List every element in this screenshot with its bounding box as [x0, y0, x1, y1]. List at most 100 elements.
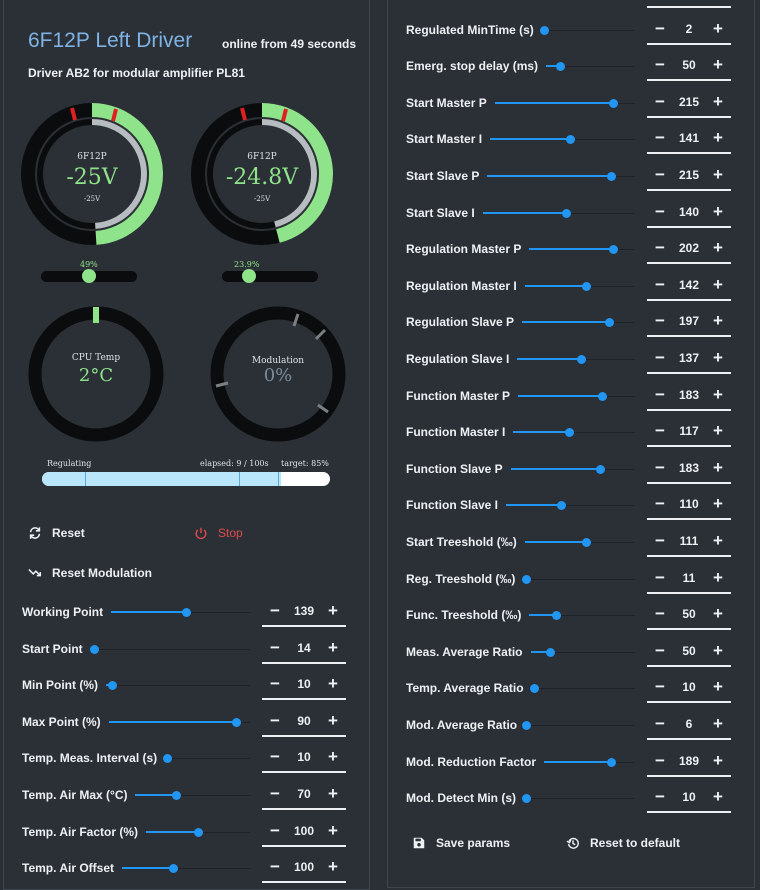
param-value[interactable]: 100 — [282, 821, 326, 841]
decrement-button[interactable]: − — [652, 677, 668, 697]
param-slider-knob[interactable] — [522, 794, 532, 804]
decrement-button[interactable]: − — [652, 714, 668, 734]
decrement-button[interactable]: − — [652, 55, 668, 75]
param-value[interactable]: 197 — [667, 311, 711, 331]
param-slider-knob[interactable] — [171, 791, 181, 800]
increment-button[interactable]: + — [325, 784, 341, 804]
increment-button[interactable]: + — [710, 275, 726, 295]
param-value[interactable]: 10 — [282, 747, 326, 767]
increment-button[interactable]: + — [710, 55, 726, 75]
increment-button[interactable]: + — [325, 747, 341, 767]
param-value[interactable]: 137 — [667, 348, 711, 368]
param-slider-knob[interactable] — [562, 208, 572, 218]
param-slider[interactable] — [122, 864, 250, 874]
param-slider[interactable] — [529, 611, 635, 621]
param-slider-knob[interactable] — [608, 245, 618, 255]
param-value[interactable]: 50 — [667, 604, 711, 624]
increment-button[interactable]: + — [325, 601, 341, 621]
increment-button[interactable]: + — [710, 787, 726, 807]
decrement-button[interactable]: − — [267, 638, 283, 658]
param-value[interactable]: 215 — [667, 165, 711, 185]
param-value[interactable]: 90 — [282, 711, 326, 731]
param-slider[interactable] — [510, 464, 635, 474]
increment-button[interactable]: + — [710, 385, 726, 405]
param-slider[interactable] — [517, 355, 635, 364]
increment-button[interactable]: + — [710, 531, 726, 551]
increment-button[interactable]: + — [710, 202, 726, 222]
param-slider[interactable] — [162, 754, 250, 764]
param-slider-knob[interactable] — [194, 827, 203, 837]
decrement-button[interactable]: − — [267, 747, 283, 767]
param-value[interactable]: 141 — [667, 128, 711, 148]
param-value[interactable]: 50 — [667, 55, 711, 75]
param-slider[interactable] — [108, 717, 250, 727]
param-value[interactable]: 189 — [667, 751, 711, 771]
increment-button[interactable]: + — [710, 128, 726, 148]
increment-button[interactable]: + — [325, 674, 341, 694]
param-slider-knob[interactable] — [582, 538, 592, 547]
param-value[interactable]: 10 — [667, 677, 711, 697]
decrement-button[interactable]: − — [267, 857, 283, 877]
param-value[interactable]: 117 — [667, 421, 711, 441]
param-slider-knob[interactable] — [169, 864, 179, 874]
decrement-button[interactable]: − — [652, 165, 668, 185]
param-slider[interactable] — [546, 62, 635, 72]
increment-button[interactable]: + — [710, 421, 726, 441]
param-value[interactable]: 100 — [282, 857, 326, 877]
param-slider-knob[interactable] — [546, 647, 556, 657]
param-slider[interactable] — [518, 391, 635, 401]
param-slider-knob[interactable] — [596, 464, 606, 474]
param-slider-knob[interactable] — [556, 62, 566, 72]
param-value[interactable]: 183 — [667, 385, 711, 405]
reset-to-default-button[interactable]: Reset to default — [566, 836, 680, 850]
param-slider-knob[interactable] — [162, 754, 172, 764]
param-value[interactable]: 202 — [667, 238, 711, 258]
save-params-button[interactable]: Save params — [412, 836, 510, 850]
increment-button[interactable]: + — [710, 677, 726, 697]
reset-modulation-button[interactable]: Reset Modulation — [28, 566, 152, 580]
param-slider[interactable] — [506, 501, 635, 511]
decrement-button[interactable]: − — [652, 421, 668, 441]
param-slider[interactable] — [89, 644, 250, 654]
decrement-button[interactable]: − — [652, 275, 668, 295]
param-slider[interactable] — [522, 318, 635, 328]
decrement-button[interactable]: − — [652, 458, 668, 478]
param-slider-knob[interactable] — [608, 98, 618, 108]
increment-button[interactable]: + — [710, 458, 726, 478]
param-value[interactable]: 14 — [282, 638, 326, 658]
decrement-button[interactable]: − — [652, 641, 668, 661]
param-slider-knob[interactable] — [529, 684, 539, 694]
increment-button[interactable]: + — [710, 604, 726, 624]
param-slider-knob[interactable] — [557, 501, 567, 511]
param-value[interactable]: 50 — [667, 641, 711, 661]
decrement-button[interactable]: − — [652, 348, 668, 368]
param-value[interactable]: 140 — [667, 202, 711, 222]
param-slider-knob[interactable] — [565, 428, 575, 438]
decrement-button[interactable]: − — [267, 711, 283, 731]
param-slider-knob[interactable] — [598, 391, 608, 401]
increment-button[interactable]: + — [710, 348, 726, 368]
param-slider[interactable] — [539, 25, 635, 35]
param-slider-knob[interactable] — [231, 717, 241, 727]
param-slider-knob[interactable] — [522, 721, 532, 730]
increment-button[interactable]: + — [325, 638, 341, 658]
param-value[interactable]: 142 — [667, 275, 711, 295]
increment-button[interactable]: + — [710, 641, 726, 661]
param-slider[interactable] — [487, 172, 635, 181]
increment-button[interactable]: + — [710, 0, 726, 2]
increment-button[interactable]: + — [710, 311, 726, 331]
decrement-button[interactable]: − — [652, 751, 668, 771]
param-slider-knob[interactable] — [607, 172, 617, 181]
decrement-button[interactable] — [652, 0, 668, 2]
decrement-button[interactable]: − — [652, 238, 668, 258]
param-slider-knob[interactable] — [582, 281, 592, 291]
increment-button[interactable]: + — [710, 714, 726, 734]
param-slider[interactable] — [529, 684, 635, 694]
param-slider[interactable] — [521, 574, 635, 584]
param-value[interactable]: 111 — [667, 531, 711, 551]
increment-button[interactable]: + — [325, 821, 341, 841]
param-slider-knob[interactable] — [607, 757, 617, 767]
decrement-button[interactable]: − — [652, 128, 668, 148]
decrement-button[interactable]: − — [267, 821, 283, 841]
param-slider-knob[interactable] — [565, 135, 575, 145]
